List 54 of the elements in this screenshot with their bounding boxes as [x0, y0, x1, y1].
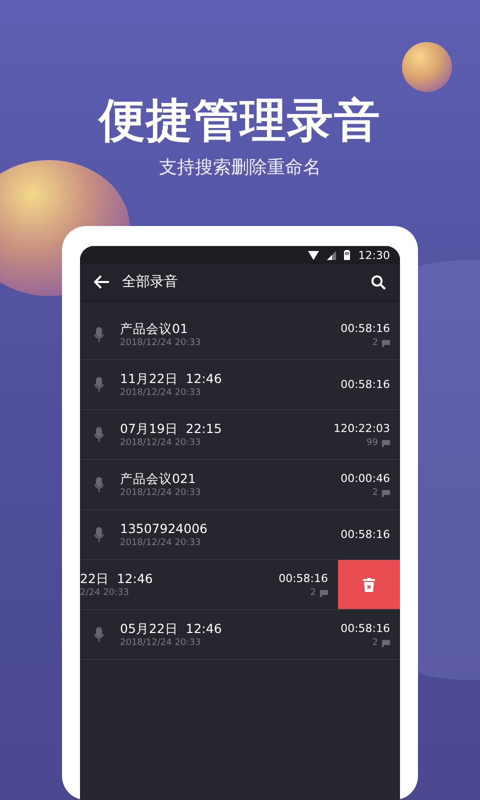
- recording-title: 11月22日 12:46: [120, 370, 223, 386]
- recording-date: 2/24 20:33: [80, 586, 130, 600]
- recording-duration: 00:58:16: [340, 377, 390, 393]
- recording-item[interactable]: 产品会议01 2018/12/24 20:33 00:58:16 2: [80, 310, 400, 360]
- flag-icon: [320, 590, 328, 596]
- flag-icon: [382, 490, 390, 496]
- recording-item[interactable]: 11月22日 12:46 2018/12/24 20:33 00:58:16: [80, 360, 400, 410]
- recording-item[interactable]: 05月22日 12:46 2018/12/24 20:33 00:58:16 2: [80, 610, 400, 660]
- microphone-icon: [94, 626, 104, 642]
- recording-date: 2018/12/24 20:33: [120, 636, 202, 650]
- screen-title: 全部录音: [122, 273, 179, 291]
- recording-date: 2018/12/24 20:33: [120, 386, 202, 400]
- headline: 便捷管理录音: [99, 92, 381, 148]
- mark-count: 2: [372, 486, 378, 500]
- recording-title: 07月19日 22:15: [120, 420, 223, 436]
- recording-title: 产品会议01: [120, 320, 189, 336]
- flag-icon: [382, 640, 390, 646]
- recording-item[interactable]: 产品会议021 2018/12/24 20:33 00:00:46 2: [80, 460, 400, 510]
- mark-count: 2: [310, 586, 316, 600]
- subheadline: 支持搜索删除重命名: [159, 156, 321, 180]
- flag-icon: [382, 440, 390, 446]
- delete-button[interactable]: [338, 560, 400, 609]
- recording-date: 2018/12/24 20:33: [120, 486, 202, 500]
- recording-item[interactable]: 07月19日 22:15 2018/12/24 20:33 120:22:03 99: [80, 410, 400, 460]
- mark-count: 2: [372, 336, 378, 350]
- recording-duration: 00:58:16: [340, 320, 390, 336]
- recording-duration: 120:22:03: [334, 420, 390, 436]
- recording-duration: 00:00:46: [340, 470, 390, 486]
- search-icon[interactable]: [371, 274, 386, 290]
- microphone-icon: [94, 526, 104, 542]
- signal-icon: [327, 250, 336, 260]
- sphere-drawing: [402, 42, 452, 92]
- trash-icon: [363, 578, 375, 592]
- microphone-icon: [94, 476, 104, 492]
- recording-duration: 00:58:16: [340, 527, 390, 543]
- recording-title: 22日 12:46: [80, 570, 154, 586]
- recording-title: 05月22日 12:46: [120, 620, 223, 636]
- mark-count: 99: [366, 436, 378, 450]
- back-icon[interactable]: [94, 275, 110, 289]
- recording-duration: 00:58:16: [340, 620, 390, 636]
- recording-date: 2018/12/24 20:33: [120, 536, 202, 550]
- recording-item[interactable]: 22日 12:46 2/24 20:33 00:58:16 2: [80, 560, 400, 610]
- microphone-icon: [94, 376, 104, 392]
- microphone-icon: [94, 426, 104, 442]
- recording-date: 2018/12/24 20:33: [120, 436, 202, 450]
- recording-title: 13507924006: [120, 520, 208, 536]
- mark-count: 2: [372, 636, 378, 650]
- battery-icon: [344, 250, 350, 260]
- status-time: 12:30: [358, 248, 390, 262]
- recording-date: 2018/12/24 20:33: [120, 336, 202, 350]
- microphone-icon: [94, 326, 104, 342]
- recording-duration: 00:58:16: [278, 570, 328, 586]
- recording-title: 产品会议021: [120, 470, 197, 486]
- flag-icon: [382, 340, 390, 346]
